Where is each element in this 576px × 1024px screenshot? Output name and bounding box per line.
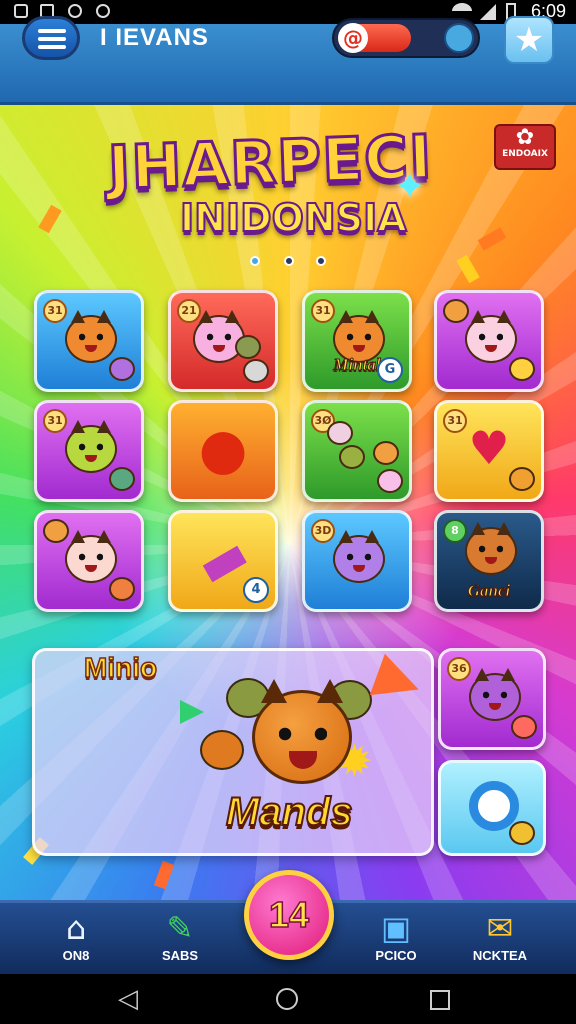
mini-pet-icon [509,357,535,381]
event-button[interactable]: ✿ ENDOAIX [494,124,556,170]
mini-pet-icon [109,357,135,381]
level-tile[interactable]: 3Ø [302,400,412,502]
tile-number: 8 [443,519,467,543]
mini-pet-icon [509,467,535,491]
fox-pet-icon [65,310,117,363]
featured-title: Minio [83,651,158,684]
back-icon[interactable]: ◁ [118,984,138,1014]
level-tile[interactable]: ▬ 4 [168,510,278,612]
mini-pet-icon [511,715,537,739]
tile-number: 31 [311,299,335,323]
fox-pet-icon [200,730,244,770]
menu-button[interactable] [22,16,80,60]
carousel-dot[interactable] [316,256,326,266]
coin-icon [109,577,135,601]
tile-badge: G [377,357,403,383]
gear-icon: ✿ [515,125,535,150]
compass-icon [444,23,474,53]
chat-tile[interactable] [438,760,546,856]
chat-bubble-icon [469,781,519,831]
level-tile[interactable]: 31 Mintal G [302,290,412,392]
spiral-icon: @ [338,23,368,53]
nav-home[interactable]: ⌂ ON8 [26,904,126,970]
mini-pet-icon [373,441,399,465]
notification-icon [14,4,28,18]
tile-number: 3D [311,519,335,543]
nav-tv[interactable]: ▣ PCICO [346,904,446,970]
nav-tabs[interactable]: ✎ SABS [130,904,230,970]
cat-pet-icon [465,310,517,363]
level-tile[interactable]: 31 [34,290,144,392]
tile-number: 31 [43,409,67,433]
carousel-dot[interactable] [250,256,260,266]
tile-number: 36 [447,657,471,681]
carousel-dot[interactable] [284,256,294,266]
nav-center-value: 14 [268,893,310,936]
level-tile[interactable]: 21 [168,290,278,392]
status-icon [96,4,110,18]
energy-bar[interactable]: @ [332,18,480,58]
tv-icon: ▣ [380,909,412,947]
sync-icon [68,4,82,18]
game-logo-subtitle: INIDONSIA [179,195,408,241]
triangle-icon [180,700,204,724]
wifi-icon [452,3,472,19]
cat-pet-icon [65,420,117,473]
event-button-label: ENDOAIX [502,149,548,159]
mini-pet-icon [43,519,69,543]
ruler-icon: ✎ [166,909,194,947]
side-reward-tile[interactable]: 36 [438,648,546,750]
recents-icon[interactable] [430,990,450,1010]
tile-number: 21 [177,299,201,323]
gem-icon: ✦ [393,164,427,210]
level-tile[interactable]: 3D [302,510,412,612]
tile-label: Ganci [467,581,511,601]
mini-pet-icon [235,335,261,359]
status-bar: 6:09 [0,0,576,24]
menu-icon [38,29,66,33]
ball-icon [243,359,269,383]
cat-pet-icon [65,530,117,583]
player-name: I IEVANS [100,24,209,51]
star-icon: ★ [513,20,545,60]
cat-pet-icon [469,668,521,721]
mini-pet-icon [377,469,403,493]
level-tile[interactable]: 31 [34,400,144,502]
hedgehog-pet-icon [333,530,385,583]
top-bar [0,24,576,105]
level-tile[interactable] [34,510,144,612]
featured-pet-icon [252,679,352,784]
level-tile[interactable]: 8 Ganci [434,510,544,612]
tile-badge: 4 [243,577,269,603]
signal-icon [480,4,496,20]
nav-center-play-button[interactable]: 14 [244,870,334,960]
beaver-pet-icon [465,522,517,575]
home-icon: ⌂ [65,909,87,947]
level-tile[interactable]: ● [168,400,278,502]
mini-pet-icon [327,421,353,445]
level-tile[interactable]: 31 ♥ [434,400,544,502]
nav-home-label: ON8 [62,948,90,963]
level-tile[interactable] [434,290,544,392]
pumpkin-icon: ● [198,417,248,482]
mini-pet-icon [339,445,365,469]
featured-pet-name: Mands [225,789,354,835]
mini-pet-icon [443,299,469,323]
coin-icon [509,821,535,845]
nav-mail-label: NCKTEA [472,948,528,963]
tile-number: 31 [43,299,67,323]
mini-pet-icon [109,467,135,491]
nav-tabs-label: SABS [161,948,199,963]
home-circle-icon[interactable] [276,988,298,1010]
nav-mail[interactable]: ✉ NCKTEA [450,904,550,970]
nav-tv-label: PCICO [375,948,417,963]
game-logo-title: JHARPECI [105,121,435,205]
envelope-icon: ✉ [486,909,514,947]
favorites-button[interactable]: ★ [504,16,554,64]
